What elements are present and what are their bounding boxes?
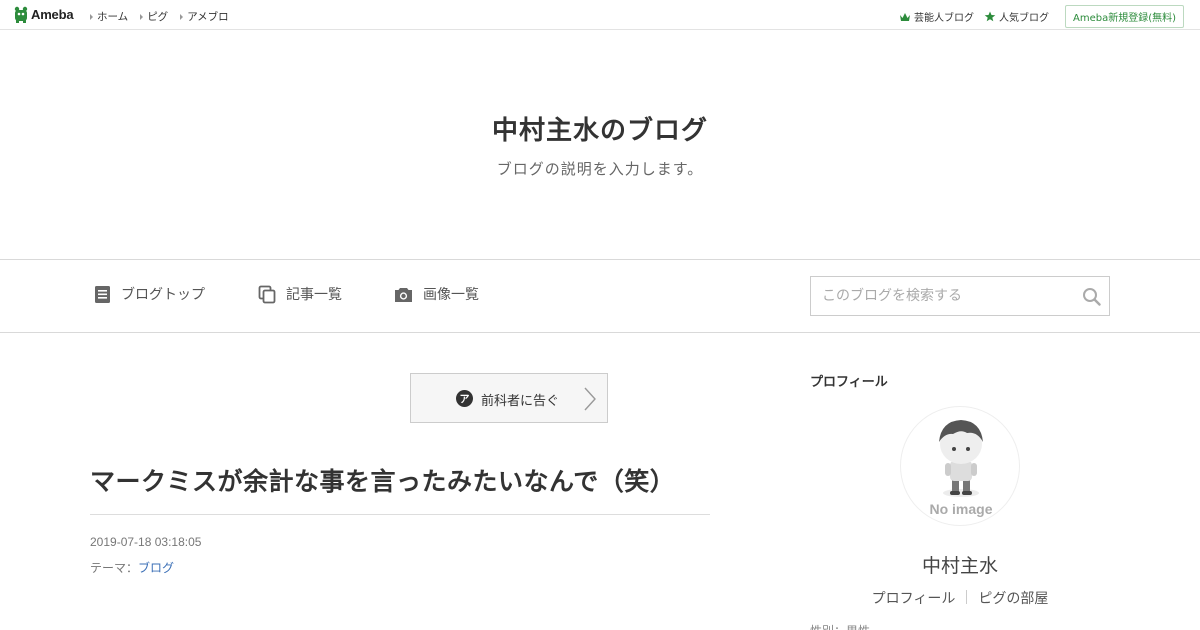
avatar[interactable]: No image bbox=[900, 406, 1020, 526]
profile-links: プロフィール ピグの部屋 bbox=[810, 588, 1110, 608]
blog-search-input[interactable] bbox=[811, 277, 1071, 315]
ameba-logo[interactable]: Ameba bbox=[14, 6, 74, 23]
celebrity-blog-label: 芸能人ブログ bbox=[913, 13, 974, 24]
blog-description: ブログの説明を入力します。 bbox=[496, 160, 704, 178]
blog-top-link[interactable]: ブログトップ bbox=[94, 284, 205, 304]
article-list-link[interactable]: 記事一覧 bbox=[258, 284, 342, 304]
blog-title[interactable]: 中村主水のブログ bbox=[0, 110, 1200, 147]
svg-text:No image: No image bbox=[929, 501, 992, 517]
logo-text: Ameba bbox=[31, 7, 74, 22]
blog-header: 中村主水のブログ ブログの説明を入力します。 bbox=[0, 30, 1200, 260]
entry-date: 2019-07-18 03:18:05 bbox=[90, 535, 202, 549]
camera-icon bbox=[395, 287, 412, 302]
blog-top-label: ブログトップ bbox=[121, 287, 205, 303]
triangle-icon bbox=[90, 13, 93, 20]
document-icon bbox=[95, 285, 110, 303]
popular-blog-link[interactable]: 人気ブログ bbox=[984, 9, 1049, 24]
profile-heading: プロフィール bbox=[810, 375, 888, 390]
entry-theme: テーマ：ブログ bbox=[90, 559, 174, 576]
chevron-right-icon bbox=[583, 387, 597, 415]
topbar-right: 芸能人ブログ 人気ブログ Ameba新規登録(無料) bbox=[899, 5, 1184, 28]
image-list-label: 画像一覧 bbox=[423, 287, 479, 303]
blog-search bbox=[810, 276, 1110, 316]
global-nav-pigg[interactable]: ピグ bbox=[140, 9, 168, 24]
triangle-icon bbox=[180, 13, 184, 20]
global-nav: ホーム ピグ アメブロ bbox=[90, 9, 241, 24]
article-list-label: 記事一覧 bbox=[286, 287, 342, 303]
profile-name[interactable]: 中村主水 bbox=[810, 551, 1110, 578]
theme-next-label: 前科者に告ぐ bbox=[481, 394, 560, 409]
global-header: Ameba ホーム ピグ アメブロ 芸能人ブログ 人気ブログ Ameba新規登録… bbox=[0, 0, 1200, 30]
popular-blog-label: 人気ブログ bbox=[998, 13, 1049, 24]
celebrity-blog-link[interactable]: 芸能人ブログ bbox=[899, 9, 974, 24]
copy-icon bbox=[258, 285, 276, 303]
entry-divider bbox=[90, 514, 710, 515]
global-nav-ameblo[interactable]: アメブロ bbox=[180, 9, 229, 24]
ameba-mascot-icon bbox=[14, 6, 28, 23]
image-list-link[interactable]: 画像一覧 bbox=[394, 284, 479, 304]
global-nav-label: アメブロ bbox=[187, 11, 229, 23]
star-icon bbox=[984, 11, 996, 22]
search-icon[interactable] bbox=[1082, 287, 1101, 310]
global-nav-label: ホーム bbox=[97, 11, 129, 23]
theme-next-button[interactable]: ア 前科者に告ぐ bbox=[410, 373, 608, 423]
profile-gender: 性別：男性 bbox=[810, 622, 870, 630]
entry-title[interactable]: マークミスが余計な事を言ったみたいなんで（笑） bbox=[90, 462, 710, 498]
entry-theme-link[interactable]: ブログ bbox=[138, 561, 174, 575]
pigg-room-link[interactable]: ピグの部屋 bbox=[978, 588, 1048, 608]
svg-text:ア: ア bbox=[460, 393, 470, 405]
link-separator bbox=[966, 590, 968, 604]
theme-badge-icon: ア bbox=[456, 390, 473, 411]
global-nav-label: ピグ bbox=[147, 11, 169, 23]
blog-nav: ブログトップ 記事一覧 画像一覧 bbox=[0, 260, 1200, 333]
global-nav-home[interactable]: ホーム bbox=[90, 9, 128, 24]
profile-link[interactable]: プロフィール bbox=[872, 588, 956, 608]
triangle-icon bbox=[140, 13, 144, 20]
signup-button[interactable]: Ameba新規登録(無料) bbox=[1064, 5, 1184, 28]
entry-theme-prefix: テーマ： bbox=[90, 561, 139, 575]
pigg-avatar-icon: No image bbox=[929, 420, 993, 517]
crown-icon bbox=[899, 12, 910, 21]
